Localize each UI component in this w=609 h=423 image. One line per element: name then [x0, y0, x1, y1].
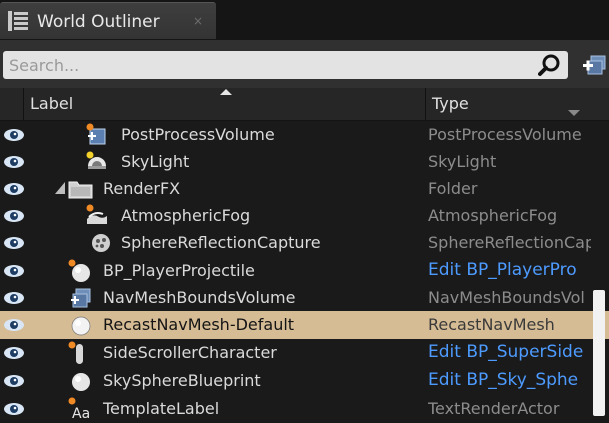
tab-bar: World Outliner × — [0, 0, 609, 40]
volume-icon — [71, 288, 91, 308]
list-icon — [8, 11, 28, 31]
visibility-eye-icon[interactable] — [3, 318, 25, 332]
actor-type: NavMeshBoundsVol — [428, 288, 585, 307]
list-item[interactable]: RenderFX Folder — [0, 175, 609, 203]
list-item[interactable]: NavMeshBoundsVolume NavMeshBoundsVol — [0, 284, 609, 312]
list-item-selected[interactable]: RecastNavMesh-Default RecastNavMesh — [0, 311, 609, 339]
actor-type: PostProcessVolume — [428, 125, 582, 144]
vertical-scrollbar[interactable] — [593, 290, 605, 416]
list-item[interactable]: PostProcessVolume PostProcessVolume — [0, 121, 609, 149]
actor-name: AtmosphericFog — [121, 206, 251, 225]
list-item[interactable]: SkyLight SkyLight — [0, 148, 609, 176]
list-item[interactable]: BP_PlayerProjectile Edit BP_PlayerPro — [0, 257, 609, 285]
visibility-eye-icon[interactable] — [3, 236, 25, 250]
blueprint-sphere-icon — [68, 259, 90, 282]
character-icon — [68, 341, 83, 364]
fog-icon — [86, 204, 107, 224]
search-bar — [0, 40, 609, 88]
actor-type: RecastNavMesh — [428, 315, 555, 334]
actor-name: BP_PlayerProjectile — [103, 261, 255, 280]
column-header: Label Type — [0, 88, 609, 121]
actor-name: SkySphereBlueprint — [103, 371, 261, 390]
actor-type: TextRenderActor — [428, 399, 560, 418]
edit-blueprint-link[interactable]: Edit BP_Sky_Sphe — [428, 370, 591, 390]
actor-name: RecastNavMesh-Default — [103, 315, 295, 334]
world-outliner-tab[interactable]: World Outliner × — [0, 2, 216, 39]
skylight-icon — [86, 151, 106, 169]
sphere-icon — [71, 316, 91, 336]
svg-text:Aa: Aa — [72, 406, 90, 421]
text-render-icon: Aa — [68, 397, 90, 421]
list-item[interactable]: SphereReflectionCapture SphereReflection… — [0, 229, 609, 257]
folder-icon — [68, 181, 93, 199]
visibility-eye-icon[interactable] — [3, 209, 25, 223]
actor-name: TemplateLabel — [103, 399, 220, 418]
actor-name: SideScrollerCharacter — [103, 343, 277, 362]
edit-blueprint-link[interactable]: Edit BP_PlayerPro — [428, 260, 591, 280]
reflection-capture-icon — [92, 234, 110, 252]
sort-ascending-icon — [220, 89, 232, 95]
actor-type: Folder — [428, 179, 478, 198]
visibility-eye-icon[interactable] — [3, 291, 25, 305]
add-actor-icon[interactable] — [582, 52, 608, 78]
type-column-header[interactable]: Type — [432, 94, 469, 113]
column-divider — [23, 88, 24, 120]
expand-arrow-icon[interactable] — [54, 181, 66, 195]
actor-name: PostProcessVolume — [121, 125, 275, 144]
visibility-eye-icon[interactable] — [3, 182, 25, 196]
actor-type: AtmosphericFog — [428, 206, 558, 225]
visibility-eye-icon[interactable] — [3, 402, 25, 416]
volume-icon — [86, 123, 106, 145]
visibility-eye-icon[interactable] — [3, 264, 25, 278]
actor-name: NavMeshBoundsVolume — [103, 288, 296, 307]
actor-name: SphereReflectionCapture — [121, 233, 321, 252]
tab-title: World Outliner — [37, 12, 160, 32]
list-item[interactable]: SkySphereBlueprint Edit BP_Sky_Sphe — [0, 367, 609, 395]
edit-blueprint-link[interactable]: Edit BP_SuperSide — [428, 342, 591, 362]
actor-name: SkyLight — [121, 152, 190, 171]
outliner-list: PostProcessVolume PostProcessVolume SkyL… — [0, 121, 609, 422]
chevron-down-icon[interactable] — [568, 110, 580, 116]
actor-type: SphereReflectionCap — [428, 233, 591, 252]
actor-type: SkyLight — [428, 152, 497, 171]
column-divider[interactable] — [425, 88, 426, 120]
label-column-header[interactable]: Label — [30, 94, 73, 113]
search-box — [3, 51, 568, 79]
close-tab-button[interactable]: × — [193, 14, 203, 28]
sphere-icon — [72, 373, 90, 391]
search-icon[interactable] — [538, 53, 562, 77]
visibility-eye-icon[interactable] — [3, 346, 25, 360]
list-item[interactable]: AtmosphericFog AtmosphericFog — [0, 202, 609, 230]
visibility-eye-icon[interactable] — [3, 374, 25, 388]
search-input[interactable] — [9, 53, 509, 77]
folder-name: RenderFX — [103, 179, 181, 198]
visibility-eye-icon[interactable] — [3, 155, 25, 169]
visibility-eye-icon[interactable] — [3, 128, 25, 142]
list-item[interactable]: SideScrollerCharacter Edit BP_SuperSide — [0, 339, 609, 367]
list-item[interactable]: Aa TemplateLabel TextRenderActor — [0, 395, 609, 423]
